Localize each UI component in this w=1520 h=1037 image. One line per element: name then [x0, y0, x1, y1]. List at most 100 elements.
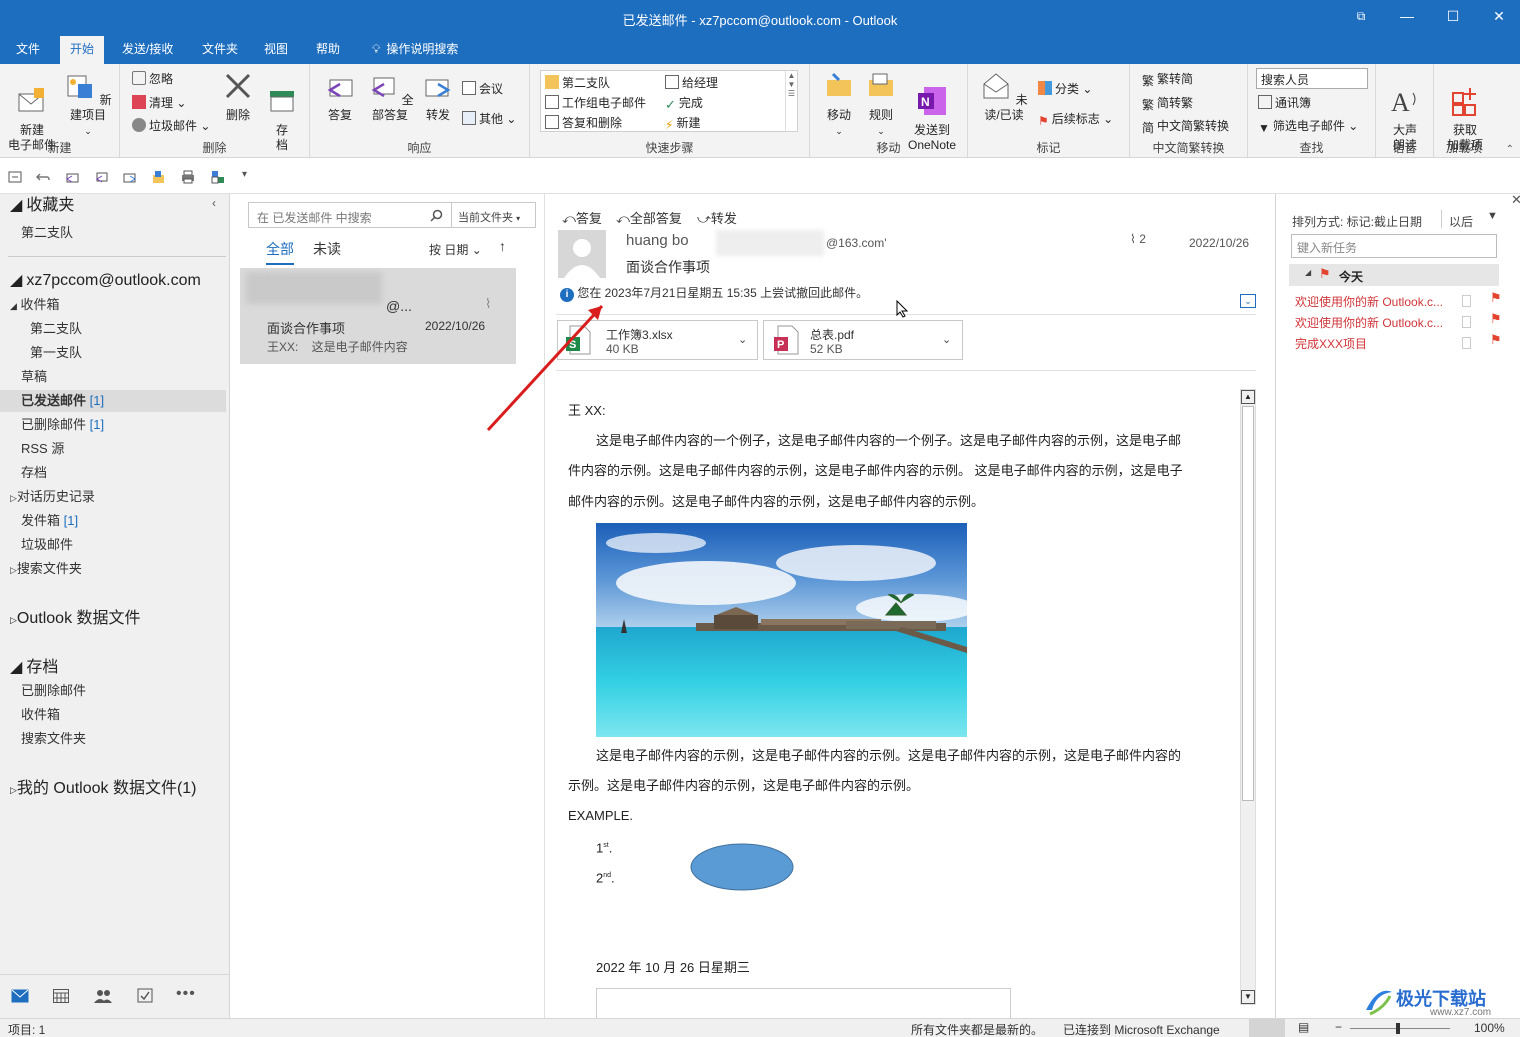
- my-data-file-header[interactable]: ▷我的 Outlook 数据文件(1): [0, 778, 228, 800]
- account-header[interactable]: ◢ xz7pccom@outlook.com: [0, 270, 228, 292]
- zoom-out-icon[interactable]: −: [1335, 1020, 1342, 1034]
- filter-all-tab[interactable]: 全部: [266, 239, 294, 265]
- reading-reply-all-button[interactable]: ⤺全部答复: [616, 208, 682, 227]
- filter-email-button[interactable]: ▼ 筛选电子邮件 ⌄: [1258, 117, 1358, 135]
- message-list-item[interactable]: ◢ 今日 @... ⌇ 面谈合作事项 2022/10/26 王XX: 这是电子邮…: [240, 268, 516, 364]
- quickstep-new[interactable]: ⚡︎ 新建: [665, 114, 700, 132]
- archive-header[interactable]: ◢ 存档: [0, 657, 228, 679]
- new-items-button[interactable]: 新建项目 ⌄: [60, 70, 116, 139]
- folder-outbox[interactable]: 发件箱 [1]: [0, 510, 228, 532]
- quickstep-team2[interactable]: 第二支队: [545, 74, 610, 91]
- zoom-slider[interactable]: [1350, 1028, 1450, 1029]
- data-file-header[interactable]: ▷Outlook 数据文件: [0, 608, 228, 630]
- maximize-button[interactable]: ☐: [1430, 0, 1476, 34]
- chevron-down-icon[interactable]: ⌄: [738, 333, 747, 346]
- folder-search-folders[interactable]: ▷搜索文件夹: [0, 558, 228, 580]
- task-checkbox[interactable]: [1462, 337, 1471, 349]
- tab-file[interactable]: 文件: [6, 36, 50, 64]
- favorites-header[interactable]: ◢ 收藏夹: [0, 195, 228, 217]
- trad-to-simp-button[interactable]: 繁繁转简: [1142, 70, 1193, 88]
- reply-all-icon[interactable]: [93, 169, 109, 185]
- scroll-down-arrow-icon[interactable]: ▼: [1241, 990, 1255, 1004]
- task-sort-order[interactable]: 以后: [1449, 213, 1473, 230]
- folder-inbox-team2[interactable]: 第二支队: [0, 318, 228, 340]
- flag-icon[interactable]: ⚑: [1490, 311, 1502, 327]
- follow-up-button[interactable]: ⚑ 后续标志 ⌄: [1038, 110, 1113, 128]
- search-icon[interactable]: [430, 209, 443, 222]
- task-checkbox[interactable]: [1462, 316, 1471, 328]
- task-item[interactable]: 欢迎使用你的新 Outlook.c... ⚑: [1295, 311, 1502, 332]
- tab-help[interactable]: 帮助: [306, 36, 350, 64]
- chinese-conversion-button[interactable]: 简中文简繁转换: [1142, 117, 1229, 135]
- delete-button[interactable]: 删除: [218, 70, 258, 123]
- close-button[interactable]: ✕: [1476, 0, 1520, 34]
- tab-home[interactable]: 开始: [60, 36, 105, 64]
- folder-archive[interactable]: 存档: [0, 462, 228, 484]
- task-item[interactable]: 完成XXX项目 ⚑: [1295, 332, 1502, 353]
- filter-unread-tab[interactable]: 未读: [313, 239, 341, 259]
- scroll-up-arrow-icon[interactable]: ▲: [1241, 390, 1255, 404]
- reply-button[interactable]: 答复: [318, 70, 362, 123]
- ignore-button[interactable]: 忽略: [132, 70, 173, 87]
- rules-button[interactable]: 规则 ⌄: [860, 70, 902, 139]
- quickstep-to-manager[interactable]: 给经理: [665, 74, 718, 91]
- task-arrange-by[interactable]: 排列方式: 标记:截止日期: [1292, 213, 1422, 230]
- chevron-down-icon[interactable]: ⌄: [942, 333, 951, 346]
- folder-inbox-team1[interactable]: 第一支队: [0, 342, 228, 364]
- categorize-button[interactable]: 分类 ⌄: [1038, 80, 1092, 97]
- read-unread-button[interactable]: 未读/已读: [974, 70, 1034, 123]
- reading-forward-button[interactable]: ⤻转发: [697, 208, 737, 227]
- folder-archive-deleted[interactable]: 已删除邮件: [0, 680, 228, 702]
- calendar-icon[interactable]: [53, 989, 69, 1003]
- flag-icon[interactable]: ⚑: [1490, 332, 1502, 348]
- tell-me-search[interactable]: 💡︎ 操作说明搜索: [362, 36, 468, 64]
- simp-to-trad-button[interactable]: 繁简转繁: [1142, 94, 1193, 112]
- folder-inbox[interactable]: ◢ 收件箱: [0, 294, 228, 316]
- tab-view[interactable]: 视图: [254, 36, 298, 64]
- folder-archive-inbox[interactable]: 收件箱: [0, 704, 228, 726]
- reply-all-button[interactable]: 全部答复: [362, 70, 418, 123]
- forward-button[interactable]: 转发: [418, 70, 458, 123]
- folder-sent[interactable]: 已发送邮件 [1]: [0, 390, 226, 412]
- more-respond-button[interactable]: 其他 ⌄: [462, 110, 516, 127]
- folder-drafts[interactable]: 草稿: [0, 366, 228, 388]
- customize-toolbar-icon[interactable]: ▾: [242, 169, 258, 185]
- move-to-folder-icon[interactable]: [150, 169, 166, 185]
- search-box[interactable]: 在 已发送邮件 中搜索: [248, 202, 452, 228]
- sort-by-date-dropdown[interactable]: 按 日期 ⌄: [429, 241, 482, 258]
- move-button[interactable]: 移动 ⌄: [818, 70, 860, 139]
- task-checkbox[interactable]: [1462, 295, 1471, 307]
- folder-deleted[interactable]: 已删除邮件 [1]: [0, 414, 228, 436]
- folder-rss[interactable]: RSS 源: [0, 438, 228, 460]
- junk-button[interactable]: 垃圾邮件 ⌄: [132, 117, 210, 134]
- reading-reply-button[interactable]: ⤺答复: [562, 208, 602, 227]
- search-scope-dropdown[interactable]: 当前文件夹 ▾: [452, 202, 536, 228]
- ribbon-display-button[interactable]: ⧉: [1338, 0, 1384, 34]
- tab-folder[interactable]: 文件夹: [192, 36, 248, 64]
- meeting-button[interactable]: 会议: [462, 80, 503, 97]
- tasks-icon[interactable]: [137, 987, 153, 1003]
- normal-view-button[interactable]: [1249, 1019, 1285, 1037]
- minimize-button[interactable]: —: [1384, 0, 1430, 34]
- undo-icon[interactable]: [35, 169, 51, 185]
- reply-icon[interactable]: [64, 169, 80, 185]
- more-apps-icon[interactable]: •••: [176, 985, 196, 1003]
- task-item[interactable]: 欢迎使用你的新 Outlook.c... ⚑: [1295, 290, 1502, 311]
- task-group-today[interactable]: ◢ ⚑ 今天: [1289, 264, 1499, 286]
- gallery-scroll[interactable]: ▲ ▼ ☰: [785, 71, 797, 131]
- folder-archive-search[interactable]: 搜索文件夹: [0, 728, 228, 750]
- folder-fav-team2[interactable]: 第二支队: [0, 222, 228, 244]
- expand-header-icon[interactable]: ⌄: [1240, 294, 1256, 308]
- search-people-input[interactable]: 搜索人员: [1256, 68, 1368, 89]
- attachment-pdf[interactable]: P 总表.pdf 52 KB ⌄: [763, 320, 963, 360]
- reading-view-icon[interactable]: ▤: [1298, 1020, 1309, 1034]
- quickstep-done[interactable]: ✓ 完成: [665, 94, 703, 112]
- collapse-ribbon-icon[interactable]: ⌃: [1506, 144, 1514, 155]
- scroll-thumb[interactable]: [1242, 406, 1254, 801]
- folder-conversation-history[interactable]: ▷对话历史记录: [0, 486, 228, 508]
- chevron-down-icon[interactable]: ▼: [1487, 210, 1498, 222]
- folder-junk[interactable]: 垃圾邮件: [0, 534, 228, 556]
- tab-send-receive[interactable]: 发送/接收: [112, 36, 183, 64]
- mail-icon[interactable]: [11, 989, 29, 1003]
- quickstep-team-email[interactable]: 工作组电子邮件: [545, 94, 646, 111]
